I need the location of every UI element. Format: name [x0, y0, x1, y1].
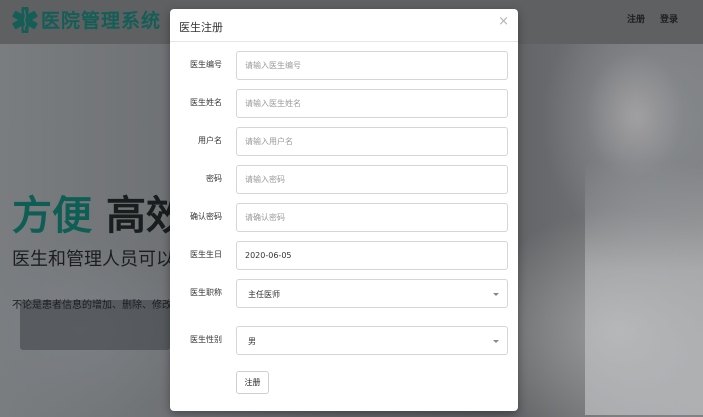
title-select[interactable]: 主任医师	[236, 279, 508, 308]
background-photo-figure	[585, 55, 703, 415]
doctor-id-input[interactable]	[236, 51, 508, 80]
app-logo-text: 医院管理系统	[41, 10, 162, 32]
gender-label: 医生性别	[190, 335, 222, 344]
hero-title-part1: 方便	[12, 193, 92, 239]
birthday-label: 医生生日	[190, 250, 222, 259]
birthday-input[interactable]	[236, 241, 508, 270]
modal-header: 医生注册 ×	[170, 9, 518, 42]
title-label: 医生职称	[190, 288, 222, 297]
title-select-value: 主任医师	[248, 290, 280, 299]
confirm-password-label: 确认密码	[190, 212, 222, 221]
nav-register-link[interactable]: 注册	[627, 12, 645, 25]
register-submit-button[interactable]: 注册	[236, 371, 269, 394]
doctor-name-input[interactable]	[236, 89, 508, 118]
username-input[interactable]	[236, 127, 508, 156]
nav-login-link[interactable]: 登录	[660, 12, 678, 25]
modal-title: 医生注册	[179, 21, 223, 34]
password-input[interactable]	[236, 165, 508, 194]
chevron-down-icon	[493, 340, 499, 343]
gender-select[interactable]: 男	[236, 326, 508, 355]
chevron-down-icon	[493, 293, 499, 296]
username-label: 用户名	[198, 136, 222, 145]
gender-select-value: 男	[248, 337, 256, 346]
confirm-password-input[interactable]	[236, 203, 508, 232]
hero-description: 不论是患者信息的增加、删除、修改还	[12, 300, 182, 311]
password-label: 密码	[206, 174, 222, 183]
close-icon[interactable]: ×	[498, 15, 509, 29]
medical-star-icon	[10, 4, 40, 34]
hero-title: 方便 高效	[12, 183, 186, 241]
hero-subtitle: 医生和管理人员可以	[12, 249, 174, 270]
doctor-register-modal: 医生注册 × 医生编号 医生姓名 用户名 密码 确认密码 医生生日 医生职称 主…	[170, 9, 518, 411]
doctor-id-label: 医生编号	[190, 60, 222, 69]
doctor-name-label: 医生姓名	[190, 98, 222, 107]
